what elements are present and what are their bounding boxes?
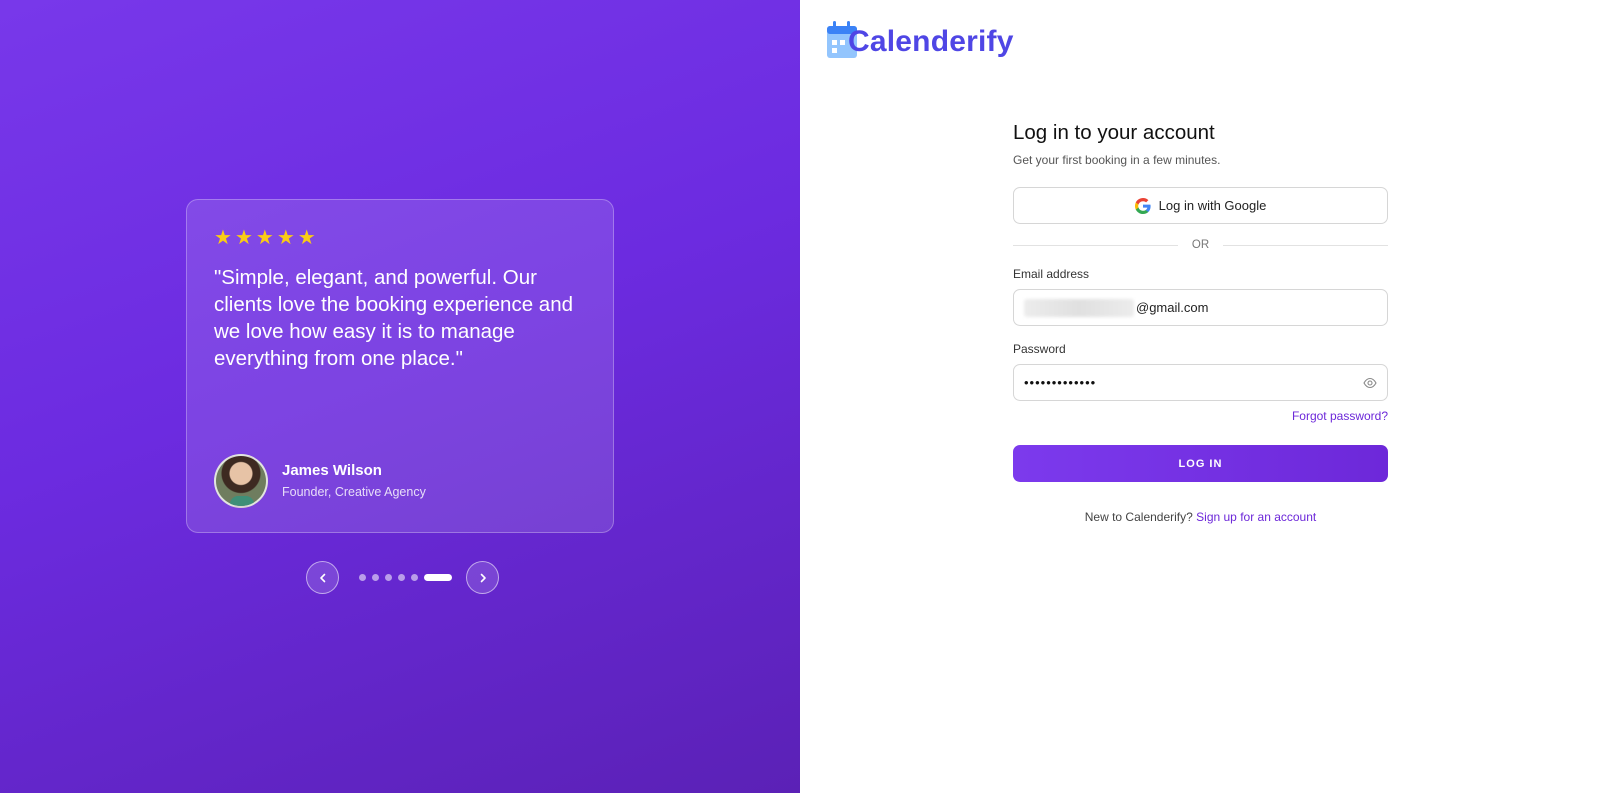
author-role: Founder, Creative Agency xyxy=(282,485,426,499)
email-value: @gmail.com xyxy=(1136,300,1209,315)
avatar xyxy=(214,454,268,508)
divider-line xyxy=(1013,244,1178,246)
author-name: James Wilson xyxy=(282,462,382,479)
redacted-email-prefix xyxy=(1024,298,1134,317)
eye-icon[interactable] xyxy=(1363,377,1377,389)
signup-link[interactable]: Sign up for an account xyxy=(1196,510,1316,524)
or-label: OR xyxy=(1191,239,1210,251)
email-label: Email address xyxy=(1013,267,1090,281)
password-value: ••••••••••••• xyxy=(1024,375,1097,390)
carousel-next-button[interactable] xyxy=(466,561,499,594)
or-divider: OR xyxy=(1013,236,1388,254)
google-login-label: Log in with Google xyxy=(1158,198,1267,213)
chevron-right-icon xyxy=(480,573,486,582)
login-form: Log in to your account Get your first bo… xyxy=(1013,120,1388,524)
star-icon: ★ xyxy=(255,225,274,249)
login-panel: Calenderify Log in to your account Get y… xyxy=(800,0,1600,793)
google-icon xyxy=(1134,197,1151,214)
star-icon: ★ xyxy=(297,225,316,249)
testimonial-author: James Wilson Founder, Creative Agency xyxy=(214,454,426,508)
carousel-dot[interactable] xyxy=(359,574,366,581)
brand-logo[interactable]: Calenderify xyxy=(826,20,1014,60)
carousel-dot[interactable] xyxy=(385,574,392,581)
forgot-password-link[interactable]: Forgot password? xyxy=(1292,409,1388,423)
carousel-dot-active[interactable] xyxy=(424,574,452,581)
carousel-dot[interactable] xyxy=(398,574,405,581)
email-field[interactable]: @gmail.com xyxy=(1013,289,1388,326)
google-login-button[interactable]: Log in with Google xyxy=(1013,187,1388,224)
page-title: Log in to your account xyxy=(1013,121,1215,144)
star-icon: ★ xyxy=(276,225,295,249)
star-icon: ★ xyxy=(234,225,253,249)
signup-prompt: New to Calenderify? xyxy=(1084,510,1193,524)
divider-line xyxy=(1223,244,1388,246)
testimonial-card: ★ ★ ★ ★ ★ "Simple, elegant, and powerful… xyxy=(186,199,614,533)
page-subtitle: Get your first booking in a few minutes. xyxy=(1013,153,1221,167)
rating-stars: ★ ★ ★ ★ ★ xyxy=(214,227,316,247)
login-button[interactable]: LOG IN xyxy=(1013,445,1388,482)
testimonial-panel: ★ ★ ★ ★ ★ "Simple, elegant, and powerful… xyxy=(0,0,800,793)
brand-name: Calenderify xyxy=(848,25,1014,58)
password-label: Password xyxy=(1013,342,1066,356)
star-icon: ★ xyxy=(214,225,232,249)
carousel-dot[interactable] xyxy=(411,574,418,581)
carousel-dot[interactable] xyxy=(372,574,379,581)
signup-prompt-row: New to Calenderify? Sign up for an accou… xyxy=(1013,510,1388,524)
carousel-prev-button[interactable] xyxy=(306,561,339,594)
testimonial-quote: "Simple, elegant, and powerful. Our clie… xyxy=(214,266,573,370)
carousel-controls xyxy=(306,561,499,594)
chevron-left-icon xyxy=(319,573,325,582)
password-field[interactable]: ••••••••••••• xyxy=(1013,364,1388,401)
carousel-dots xyxy=(359,574,452,581)
